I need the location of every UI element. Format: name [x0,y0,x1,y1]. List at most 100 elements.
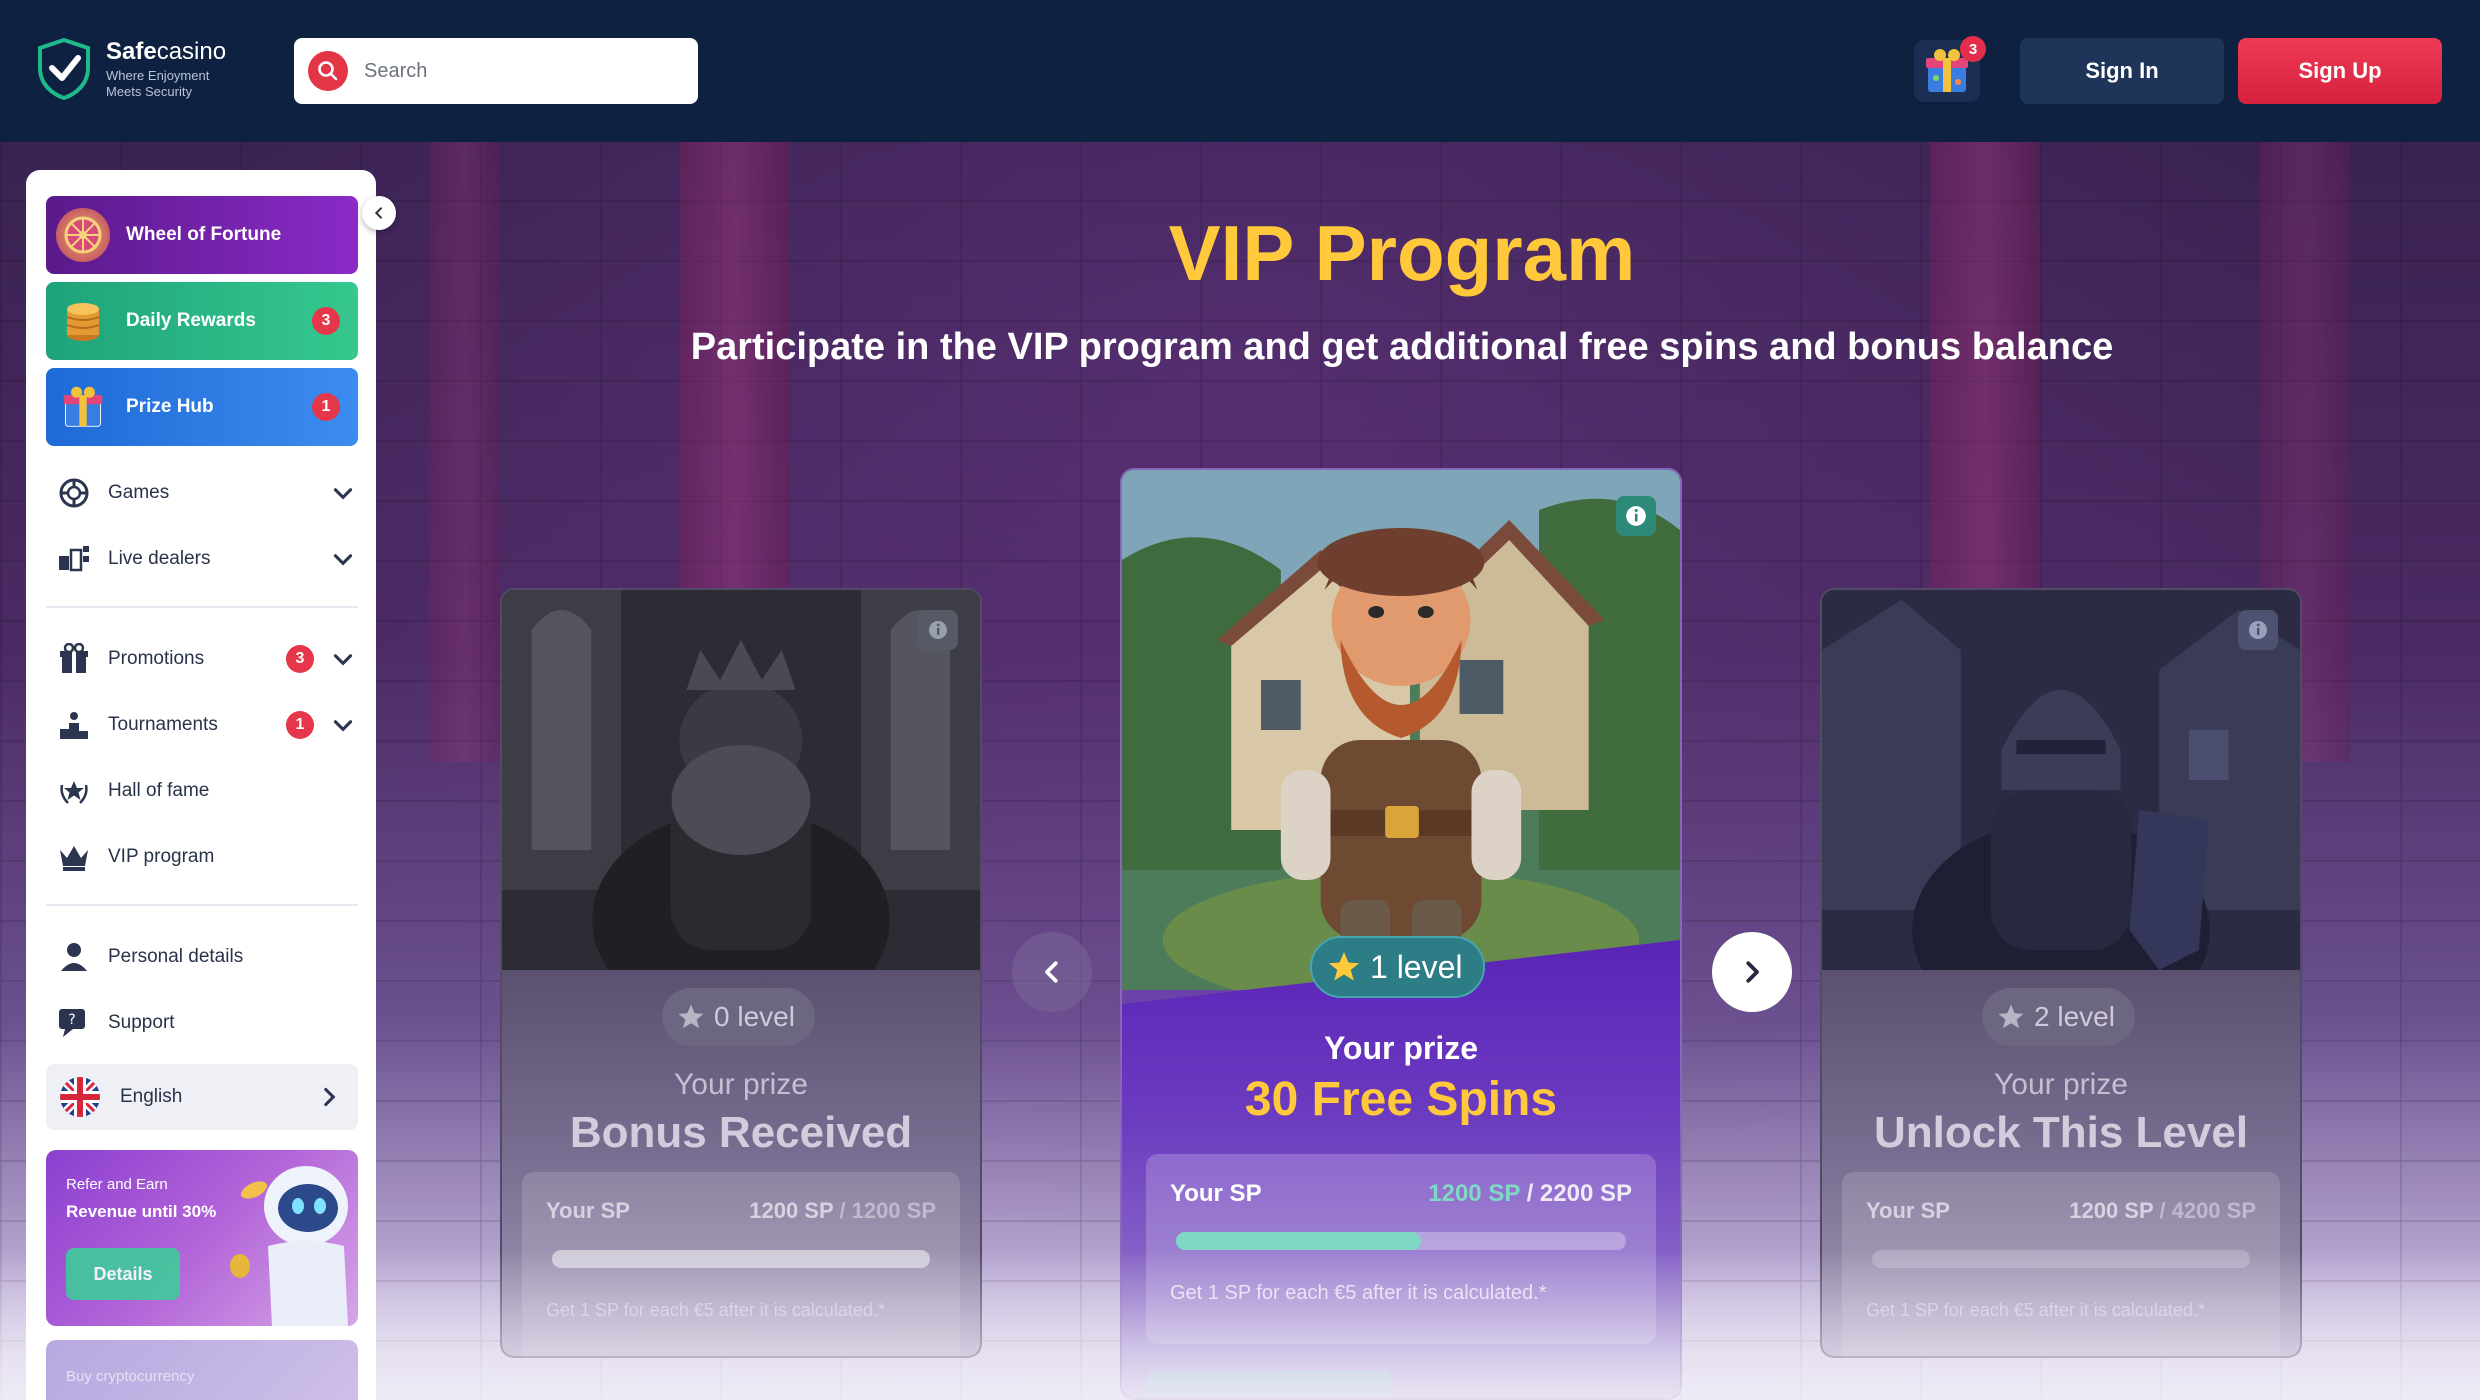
sidebar-item-label: VIP program [108,846,215,867]
sidebar: Wheel of Fortune Daily Rewards 3 Prize H… [26,170,376,1400]
sidebar-item-label: Personal details [108,946,244,967]
sign-up-button[interactable]: Sign Up [2238,38,2442,104]
sp-value: 1200 SP / 1200 SP [749,1198,936,1223]
coins-icon [56,294,110,348]
gift-icon [56,641,92,677]
sidebar-item-tournaments[interactable]: Tournaments 1 [56,700,356,750]
sidebar-item-label: Hall of fame [108,780,210,801]
sidebar-item-personal-details[interactable]: Personal details [56,932,356,982]
sidebar-item-live-dealers[interactable]: Live dealers [56,534,356,584]
level-badge: 1 level [1310,936,1485,998]
chevron-down-icon [333,488,353,500]
refer-details-button[interactable]: Details [66,1248,180,1300]
sp-progress-fill [1176,1232,1422,1250]
brand-tagline-2: Meets Security [106,84,192,99]
sp-progress-box: Your SP 1200 SP / 4200 SP Get 1 SP for e… [1842,1172,2280,1356]
claim-button[interactable] [1146,1370,1392,1398]
sp-progress-bar [552,1250,930,1268]
svg-text:?: ? [68,1012,75,1028]
info-icon[interactable] [1616,496,1656,536]
chevron-down-icon [333,720,353,732]
refer-title: Refer and Earn [66,1176,168,1193]
search-icon [308,51,348,91]
star-icon [1329,952,1359,981]
live-dealer-icon [56,541,92,577]
podium-icon [56,707,92,743]
sidebar-item-prize-hub[interactable]: Prize Hub 1 [46,368,358,446]
dwarf-character-image [1122,470,1680,990]
vip-level-card-1: 1 level Your prize 30 Free Spins Your SP… [1120,468,1682,1400]
carousel-next-button[interactable] [1712,932,1792,1012]
top-header: Safecasino Where Enjoyment Meets Securit… [0,0,2480,142]
chevron-down-icon [333,654,353,666]
prize-value: 30 Free Spins [1244,1073,1558,1126]
sp-note: Get 1 SP for each €5 after it is calcula… [546,1300,885,1320]
gift-button[interactable]: 3 [1914,36,1986,102]
info-icon[interactable] [918,610,958,650]
level-badge: 2 level [1982,988,2135,1046]
sp-value: 1200 SP / 2200 SP [1428,1180,1632,1207]
buy-crypto-label: Buy cryptocurrency [66,1368,195,1385]
prize-value: Bonus Received [569,1108,913,1157]
divider [46,606,358,608]
notification-badge: 3 [286,645,314,673]
chevron-down-icon [333,554,353,566]
support-chat-icon: ? [56,1005,92,1041]
prize-value: Unlock This Level [1873,1108,2249,1157]
prize-label: Your prize [1994,1068,2128,1101]
user-icon [56,939,92,975]
sidebar-item-label: Tournaments [108,714,218,735]
logo[interactable]: Safecasino Where Enjoyment Meets Securit… [36,38,226,100]
wheel-icon [56,208,110,262]
sidebar-item-vip-program[interactable]: VIP program [56,832,356,882]
sp-label: Your SP [546,1198,630,1223]
star-icon [678,1004,704,1029]
language-label: English [120,1086,183,1107]
shield-logo-icon [38,38,90,100]
vip-level-card-2: 2 level Your prize Unlock This Level You… [1820,588,2302,1358]
sidebar-item-games[interactable]: Games [56,468,356,518]
sp-note: Get 1 SP for each €5 after it is calcula… [1170,1282,1547,1304]
sp-label: Your SP [1170,1180,1262,1207]
vip-level-card-0: 0 level Your prize Bonus Received Your S… [500,588,982,1358]
info-icon[interactable] [2238,610,2278,650]
sidebar-item-label: Live dealers [108,548,211,569]
refer-subtitle: Revenue until 30% [66,1202,217,1221]
sidebar-item-label: Games [108,482,170,503]
search-input[interactable]: Search [294,38,698,104]
sp-progress-bar [1872,1250,2250,1268]
crown-icon [56,839,92,875]
buy-crypto-banner[interactable]: Buy cryptocurrency [46,1340,358,1400]
star-icon [1998,1004,2024,1029]
chevron-left-icon [374,207,382,219]
sp-progress-bar [1176,1232,1626,1250]
notification-badge: 1 [312,393,340,421]
divider [46,904,358,906]
search-placeholder: Search [364,59,428,82]
sidebar-item-promotions[interactable]: Promotions 3 [56,634,356,684]
page-subtitle: Participate in the VIP program and get a… [690,326,2114,368]
brand-tagline-1: Where Enjoyment [106,68,210,83]
sidebar-collapse-button[interactable] [362,196,396,230]
knight-character-image [1822,590,2300,1010]
sidebar-item-label: Daily Rewards [126,310,256,331]
king-character-image [502,590,980,1010]
sidebar-item-daily-rewards[interactable]: Daily Rewards 3 [46,282,358,360]
prize-label: Your prize [1323,1030,1479,1066]
carousel-prev-button[interactable] [1012,932,1092,1012]
gift-icon [56,380,110,434]
sidebar-item-label: Wheel of Fortune [126,224,282,245]
language-selector[interactable]: English [46,1064,358,1130]
sp-progress-fill [552,1250,930,1268]
sidebar-item-support[interactable]: ? Support [56,998,356,1048]
sidebar-item-hall-of-fame[interactable]: Hall of fame [56,766,356,816]
sidebar-item-wheel-of-fortune[interactable]: Wheel of Fortune [46,196,358,274]
refer-and-earn-banner[interactable]: Refer and Earn Revenue until 30% Details [46,1150,358,1326]
sp-label: Your SP [1866,1198,1950,1223]
prize-label: Your prize [674,1068,808,1101]
sign-in-button[interactable]: Sign In [2020,38,2224,104]
chevron-right-icon [324,1087,336,1107]
casino-chip-icon [56,475,92,511]
page-title: VIP Program [1168,209,1636,297]
sidebar-item-label: Promotions [108,648,205,669]
